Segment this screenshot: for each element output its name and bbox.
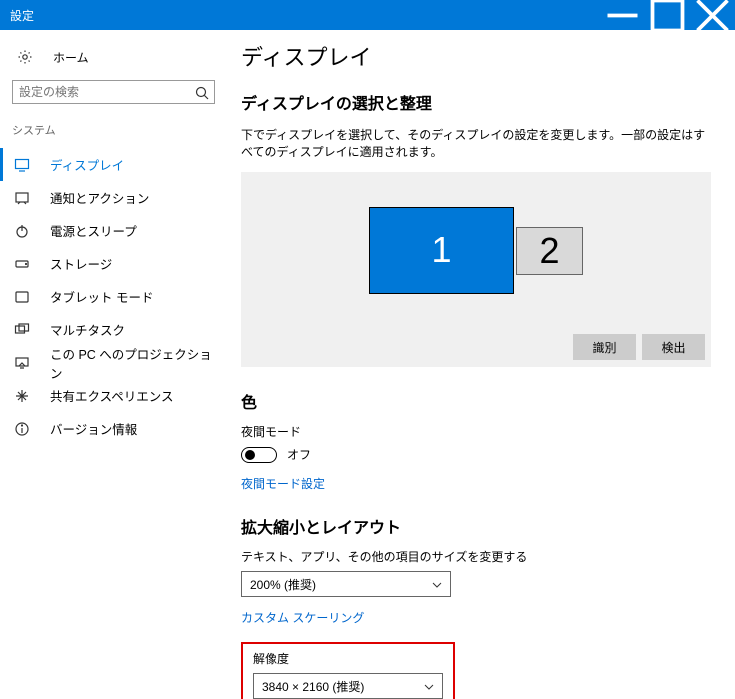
maximize-button[interactable]	[645, 0, 690, 30]
select-arrange-title: ディスプレイの選択と整理	[241, 90, 711, 114]
tablet-icon	[14, 289, 30, 305]
info-icon	[14, 421, 30, 437]
resolution-value: 3840 × 2160 (推奨)	[262, 678, 364, 695]
minimize-button[interactable]	[600, 0, 645, 30]
identify-button[interactable]: 識別	[573, 334, 636, 360]
storage-icon	[14, 256, 30, 272]
scale-section-title: 拡大縮小とレイアウト	[241, 514, 711, 538]
select-arrange-desc: 下でディスプレイを選択して、そのディスプレイの設定を変更します。一部の設定はすべ…	[241, 126, 711, 160]
sidebar-item-share[interactable]: 共有エクスペリエンス	[0, 379, 227, 412]
night-mode-settings-link[interactable]: 夜間モード設定	[241, 475, 711, 492]
window-controls	[600, 0, 735, 30]
power-icon	[14, 223, 30, 239]
sidebar-item-tablet[interactable]: タブレット モード	[0, 280, 227, 313]
search-icon	[194, 85, 208, 99]
search-box[interactable]	[12, 80, 215, 104]
sidebar-item-projection[interactable]: この PC へのプロジェクション	[0, 346, 227, 379]
page-title: ディスプレイ	[241, 40, 711, 72]
chevron-down-icon	[432, 579, 442, 589]
resolution-highlight: 解像度 3840 × 2160 (推奨)	[241, 642, 455, 699]
titlebar: 設定	[0, 0, 735, 30]
resolution-label: 解像度	[253, 650, 443, 667]
home-label: ホーム	[53, 49, 89, 66]
sidebar-item-power[interactable]: 電源とスリープ	[0, 214, 227, 247]
chevron-down-icon	[424, 681, 434, 691]
sidebar-item-about[interactable]: バージョン情報	[0, 412, 227, 445]
color-section-title: 色	[241, 389, 711, 413]
group-label: システム	[0, 122, 227, 138]
sidebar-item-multitask[interactable]: マルチタスク	[0, 313, 227, 346]
main-content: ディスプレイ ディスプレイの選択と整理 下でディスプレイを選択して、そのディスプ…	[227, 30, 735, 699]
scale-value: 200% (推奨)	[250, 576, 316, 593]
sidebar: ホーム システム ディスプレイ 通知とアクション 電源とスリープ ストレージ タ…	[0, 30, 227, 699]
window-title: 設定	[0, 7, 34, 24]
projection-icon	[14, 355, 30, 371]
gear-icon	[17, 49, 33, 65]
search-input[interactable]	[19, 85, 194, 99]
home-button[interactable]: ホーム	[0, 44, 227, 70]
sidebar-item-storage[interactable]: ストレージ	[0, 247, 227, 280]
multitask-icon	[14, 322, 30, 338]
night-mode-label: 夜間モード	[241, 423, 711, 440]
detect-button[interactable]: 検出	[642, 334, 705, 360]
sidebar-item-notifications[interactable]: 通知とアクション	[0, 181, 227, 214]
monitor-1[interactable]: 1	[369, 207, 514, 294]
monitor-2[interactable]: 2	[516, 227, 583, 275]
notification-icon	[14, 190, 30, 206]
night-mode-toggle[interactable]	[241, 447, 277, 463]
night-mode-state: オフ	[287, 446, 311, 463]
scale-dropdown[interactable]: 200% (推奨)	[241, 571, 451, 597]
scale-desc: テキスト、アプリ、その他の項目のサイズを変更する	[241, 548, 711, 565]
monitor-arrangement[interactable]: 1 2 識別 検出	[241, 172, 711, 367]
custom-scaling-link[interactable]: カスタム スケーリング	[241, 609, 711, 626]
sidebar-item-display[interactable]: ディスプレイ	[0, 148, 227, 181]
share-icon	[14, 388, 30, 404]
monitor-icon	[14, 157, 30, 173]
resolution-dropdown[interactable]: 3840 × 2160 (推奨)	[253, 673, 443, 699]
close-button[interactable]	[690, 0, 735, 30]
